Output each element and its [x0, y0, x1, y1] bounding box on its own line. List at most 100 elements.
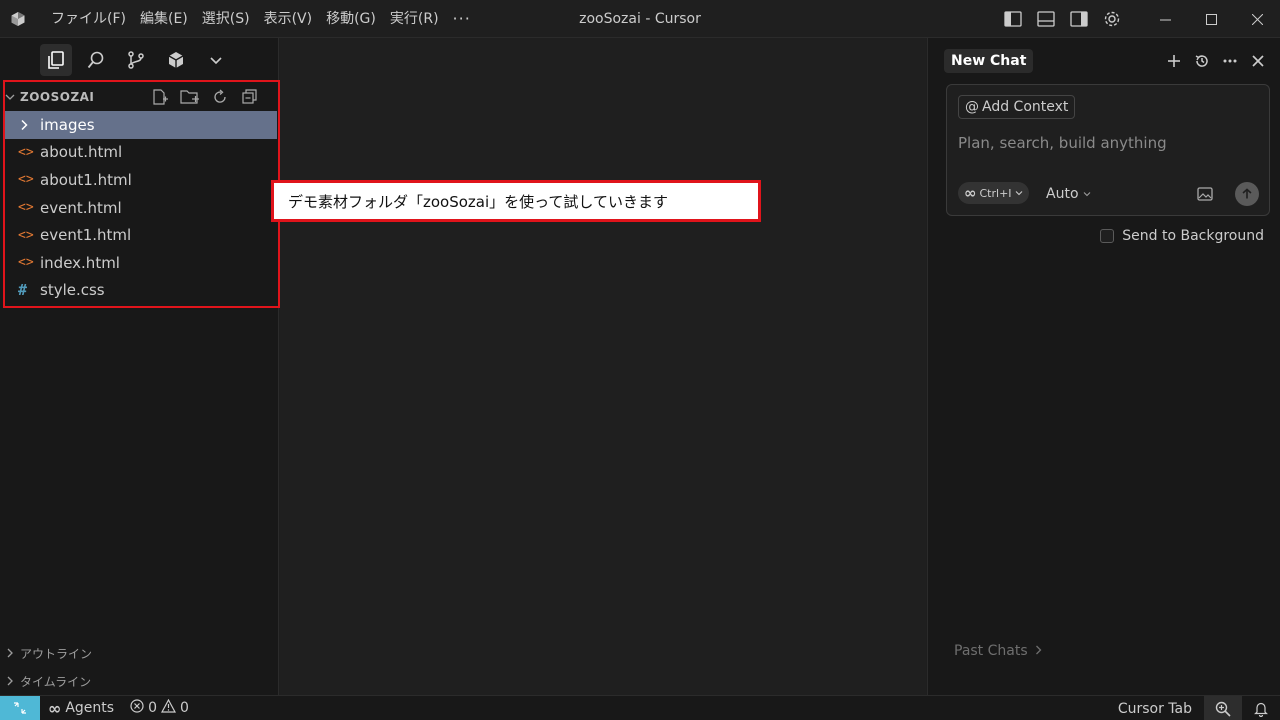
new-chat-plus-icon[interactable]	[1160, 47, 1188, 75]
explorer-actions	[147, 83, 263, 111]
new-folder-icon[interactable]	[177, 85, 203, 109]
menu-more-button[interactable]: ···	[446, 0, 478, 38]
cursor-tab-button[interactable]: Cursor Tab	[1110, 696, 1204, 720]
tree-item-label: index.html	[40, 253, 120, 272]
warning-icon	[160, 698, 176, 717]
agent-mode-dropdown[interactable]: ∞ Ctrl+I	[958, 182, 1029, 204]
menu-view[interactable]: 表示(V)	[257, 0, 320, 38]
send-to-background-label: Send to Background	[1122, 228, 1264, 244]
past-chats-link[interactable]: Past Chats	[954, 643, 1043, 659]
tree-item-label: about.html	[40, 143, 123, 162]
warning-count: 0	[179, 700, 189, 716]
send-arrow-up-icon[interactable]	[1235, 182, 1259, 206]
collapse-all-icon[interactable]	[237, 85, 263, 109]
chat-tab-new-chat[interactable]: New Chat	[944, 49, 1034, 73]
minimize-icon[interactable]	[1142, 0, 1188, 38]
tree-item-label: event.html	[40, 198, 122, 217]
source-control-icon[interactable]	[120, 44, 152, 76]
image-attach-icon[interactable]	[1193, 182, 1217, 206]
refresh-icon[interactable]	[207, 85, 233, 109]
timeline-section-header[interactable]: タイムライン	[0, 667, 279, 695]
model-select[interactable]: Auto	[1046, 183, 1091, 205]
status-bar: ∞ Agents 0 0 Cursor Tab	[0, 695, 1280, 720]
editor-area[interactable]	[280, 38, 926, 695]
send-to-background-option[interactable]: Send to Background	[1100, 228, 1264, 244]
infinity-icon: ∞	[48, 698, 62, 718]
outline-label: アウトライン	[20, 646, 93, 661]
toggle-panel-icon[interactable]	[1029, 0, 1062, 38]
chevron-right-icon	[0, 648, 20, 658]
send-to-background-checkbox[interactable]	[1100, 229, 1115, 243]
toggle-primary-sidebar-icon[interactable]	[996, 0, 1029, 38]
explorer-title: ZOOSOZAI	[20, 90, 95, 104]
close-window-icon[interactable]	[1234, 0, 1280, 38]
error-count: 0	[148, 700, 157, 716]
maximize-icon[interactable]	[1188, 0, 1234, 38]
menu-file[interactable]: ファイル(F)	[44, 0, 133, 38]
explorer-folder-header[interactable]: ZOOSOZAI	[0, 83, 279, 111]
chat-panel: New Chat @ Add Context ∞ Ctrl+I	[927, 38, 1280, 695]
html-file-icon: <>	[18, 227, 34, 243]
sidebar: ZOOSOZAI images <> about.html <> about1.…	[0, 38, 280, 695]
more-options-icon[interactable]	[1216, 47, 1244, 75]
menu-run[interactable]: 実行(R)	[383, 0, 446, 38]
tree-item-images[interactable]: images	[4, 111, 277, 139]
toggle-secondary-sidebar-icon[interactable]	[1062, 0, 1095, 38]
history-icon[interactable]	[1188, 47, 1216, 75]
notifications-bell-icon[interactable]	[1242, 696, 1280, 720]
activity-bar	[0, 38, 278, 82]
remote-connection-icon[interactable]	[0, 695, 40, 720]
title-bar: ファイル(F) 編集(E) 選択(S) 表示(V) 移動(G) 実行(R) ··…	[0, 0, 1280, 38]
chat-header: New Chat	[928, 38, 1280, 84]
menu-go[interactable]: 移動(G)	[319, 0, 383, 38]
mode-shortcut-label: Ctrl+I	[979, 186, 1012, 200]
html-file-icon: <>	[18, 255, 34, 271]
chevron-down-icon	[0, 92, 20, 102]
chevron-right-icon	[1034, 643, 1043, 659]
settings-gear-icon[interactable]	[1095, 0, 1128, 38]
css-file-icon: #	[18, 281, 28, 300]
new-file-icon[interactable]	[147, 85, 173, 109]
tree-item-about-html[interactable]: <> about.html	[4, 139, 277, 167]
explorer-files-icon[interactable]	[40, 44, 72, 76]
more-views-chevron-down-icon[interactable]	[200, 44, 232, 76]
chevron-right-icon	[0, 676, 20, 686]
close-icon[interactable]	[1244, 47, 1272, 75]
extensions-cube-icon[interactable]	[160, 44, 192, 76]
tree-item-index-html[interactable]: <> index.html	[4, 249, 277, 277]
tree-item-event1-html[interactable]: <> event1.html	[4, 221, 277, 249]
file-tree: images <> about.html <> about1.html <> e…	[4, 111, 277, 304]
tree-item-label: event1.html	[40, 226, 132, 245]
timeline-label: タイムライン	[20, 674, 92, 689]
model-label: Auto	[1046, 186, 1079, 202]
html-file-icon: <>	[18, 200, 34, 216]
html-file-icon: <>	[18, 172, 34, 188]
tree-item-label: style.css	[40, 281, 105, 300]
status-bar-right: Cursor Tab	[1110, 696, 1280, 720]
problems-status-button[interactable]: 0 0	[122, 696, 197, 720]
add-context-button[interactable]: @ Add Context	[958, 95, 1076, 119]
infinity-icon: ∞	[964, 184, 977, 202]
tree-item-about1-html[interactable]: <> about1.html	[4, 166, 277, 194]
error-icon	[130, 699, 144, 717]
chat-input[interactable]	[958, 131, 1258, 155]
zoom-icon[interactable]	[1204, 696, 1242, 720]
html-file-icon: <>	[18, 144, 34, 160]
tree-item-style-css[interactable]: # style.css	[4, 277, 277, 305]
tree-item-label: images	[40, 115, 95, 134]
at-sign-icon: @	[965, 99, 979, 115]
chevron-down-icon	[1015, 187, 1023, 200]
chevron-right-icon	[18, 119, 40, 131]
agents-status-button[interactable]: ∞ Agents	[40, 696, 122, 720]
add-context-label: Add Context	[982, 99, 1069, 115]
chat-composer: @ Add Context ∞ Ctrl+I Auto	[946, 84, 1270, 216]
chat-actions	[1160, 38, 1272, 84]
outline-section-header[interactable]: アウトライン	[0, 639, 279, 667]
menu-edit[interactable]: 編集(E)	[133, 0, 195, 38]
menu-selection[interactable]: 選択(S)	[195, 0, 257, 38]
chevron-down-icon	[1083, 186, 1091, 202]
menu-bar: ファイル(F) 編集(E) 選択(S) 表示(V) 移動(G) 実行(R) ··…	[36, 0, 478, 38]
search-icon[interactable]	[80, 44, 112, 76]
tree-item-event-html[interactable]: <> event.html	[4, 194, 277, 222]
annotation-callout: デモ素材フォルダ「zooSozai」を使って試していきます	[271, 180, 761, 222]
